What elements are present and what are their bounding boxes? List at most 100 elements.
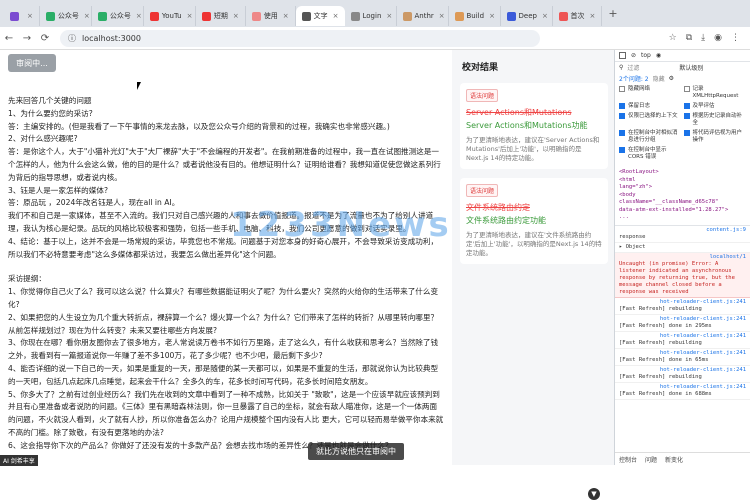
close-tab-icon[interactable]: × [283,12,289,20]
tab-favicon-icon [301,11,311,21]
close-tab-icon[interactable]: × [187,12,193,20]
checkbox[interactable] [619,103,625,109]
setting-label: 在控制台中显示 CORS 错误 [628,147,667,160]
profile-icon[interactable]: ◉ [714,33,722,43]
checkbox[interactable] [619,86,625,92]
context-select[interactable]: top [641,52,651,59]
checkbox[interactable] [683,86,690,92]
console-message: content.js:9 response [615,226,750,243]
message-text: ▸ Object [619,243,646,250]
settings-icon[interactable]: ⚙ [669,75,674,82]
browser-tab[interactable]: Build × [449,6,501,26]
source-link[interactable]: hot-reloader-client.js:241 [619,367,746,374]
close-tab-icon[interactable]: × [136,12,142,20]
source-link[interactable]: hot-reloader-client.js:241 [619,350,746,357]
console-setting[interactable]: 在控制台中对相似消息进行分组 [619,130,682,144]
drawer-tab[interactable]: 问题 [645,455,657,464]
tab-label: YouTu [161,12,182,20]
browser-tab[interactable]: Anthr × [397,6,449,26]
extensions-icon[interactable]: ⧉ [686,33,692,43]
url-input[interactable]: ⓘ localhost:3000 [60,29,540,47]
close-tab-icon[interactable]: × [233,12,239,20]
review-card[interactable]: 语法问题 Server Actions和Mutations Server Act… [460,83,608,169]
browser-tab[interactable]: Deep × [501,6,553,26]
console-setting[interactable]: 根据历史记录自动补全 [683,113,747,127]
download-icon[interactable]: ⤓ [701,33,705,43]
tab-favicon-icon [506,11,516,21]
console-setting[interactable]: 及早评估 [683,103,747,110]
filter-input[interactable]: 过滤 [627,63,675,72]
article-text[interactable]: 先来回答几个关键的问题 1、为什么要约您的采访? 答：主编安排的。(但是我看了一下午… [8,95,444,465]
close-tab-icon[interactable]: × [386,12,392,20]
close-tab-icon[interactable]: × [439,12,445,20]
tab-favicon-icon [251,11,261,21]
console-setting[interactable]: 保留日志 [619,103,682,110]
inspect-icon[interactable] [619,52,626,59]
checkbox[interactable] [619,130,625,136]
checkbox[interactable] [683,113,690,119]
checkbox[interactable] [683,103,690,109]
code-line: <html [619,176,636,183]
scroll-down-icon[interactable]: ▼ [588,488,600,500]
forward-icon[interactable]: → [18,33,36,44]
drawer-tab[interactable]: 新变化 [665,455,683,464]
source-link[interactable]: hot-reloader-client.js:241 [619,333,746,340]
close-tab-icon[interactable]: × [27,12,33,20]
close-tab-icon[interactable]: × [489,12,495,20]
clear-console-icon[interactable]: ⊘ [631,52,636,59]
drawer-tab[interactable]: 控制台 [619,455,637,464]
source-link[interactable]: hot-reloader-client.js:241 [619,299,746,306]
article-paragraph: 2、如果把您的人生设立为几个重大转折点，裸辞算一个么？爆火算一个么？为什么？它们… [8,312,439,335]
browser-tab[interactable]: × [4,6,40,26]
url-text: localhost:3000 [82,33,141,43]
source-link[interactable]: localhost/1 [619,254,746,261]
browser-tab[interactable]: 公众号 × [92,6,144,26]
code-line: <body [619,191,636,198]
console-setting[interactable]: 将代码评估视为用户操作 [683,130,747,144]
browser-tab[interactable]: 首次 × [553,6,603,26]
menu-icon[interactable]: ⋮ [731,33,740,43]
source-link[interactable]: hot-reloader-client.js:241 [619,384,746,391]
site-info-icon[interactable]: ⓘ [68,33,76,44]
new-tab-icon[interactable]: + [608,7,617,20]
article-paragraph: 3、你现在在哪？看你朋友圈你去了很多地方，老人常说读万卷书不如行万里路，走了这么… [8,338,439,361]
level-select[interactable]: 默认级别 [679,63,703,72]
tab-label: 短期 [213,12,228,20]
article-paragraph: 4、能否详细的说一下自己的一天，如果是重复的一天，那是随便的某一天都可以，如果是… [8,363,439,386]
close-tab-icon[interactable]: × [333,12,339,20]
setting-label: 将代码评估视为用户操作 [692,130,743,143]
browser-tab[interactable]: Login × [345,6,397,26]
browser-tab[interactable]: YouTu × [144,6,196,26]
checkbox[interactable] [619,113,625,119]
mouse-cursor-icon [137,82,145,90]
review-card[interactable]: 语法问题 文件系统路由约定 文件系统路由约定功能 为了更清晰地表达，建议在'文件… [460,178,608,264]
eye-icon[interactable]: ◉ [656,52,661,59]
browser-tab[interactable]: 文字 × [295,6,345,26]
checkbox[interactable] [683,130,690,136]
console-setting[interactable] [684,147,747,161]
console-setting[interactable]: 在控制台中显示 CORS 错误 [619,147,682,161]
issues-row: 2个问题: 2 隐藏 ⚙ [615,73,750,84]
console-setting[interactable]: 记录 XMLHttpRequest [683,86,747,100]
browser-tab[interactable]: 短期 × [196,6,246,26]
deleted-text: 文件系统路由约定 [466,203,530,212]
checkbox[interactable] [619,147,625,153]
issues-count[interactable]: 2个问题: 2 [619,74,649,83]
review-button[interactable]: 审阅中... [8,54,56,72]
devtools-toolbar: ⊘ top ◉ [615,50,750,62]
browser-tab[interactable]: 使用 × [246,6,296,26]
message-text: [Fast Refresh] rebuilding [619,305,702,312]
back-icon[interactable]: ← [0,33,18,44]
code-line: ... [619,214,629,220]
inserted-text: Server Actions和Mutations功能 [466,121,588,130]
console-setting[interactable]: 仅限已选择的上下文 [619,113,682,127]
browser-tab[interactable]: 公众号 × [40,6,92,26]
source-link[interactable]: hot-reloader-client.js:241 [619,316,746,323]
bookmark-icon[interactable]: ☆ [669,33,677,43]
console-setting[interactable]: 隐藏网络 [619,86,682,100]
close-tab-icon[interactable]: × [542,12,548,20]
close-tab-icon[interactable]: × [84,12,90,20]
reload-icon[interactable]: ⟳ [36,33,54,44]
close-tab-icon[interactable]: × [590,12,596,20]
source-link[interactable]: content.js:9 [619,227,746,234]
